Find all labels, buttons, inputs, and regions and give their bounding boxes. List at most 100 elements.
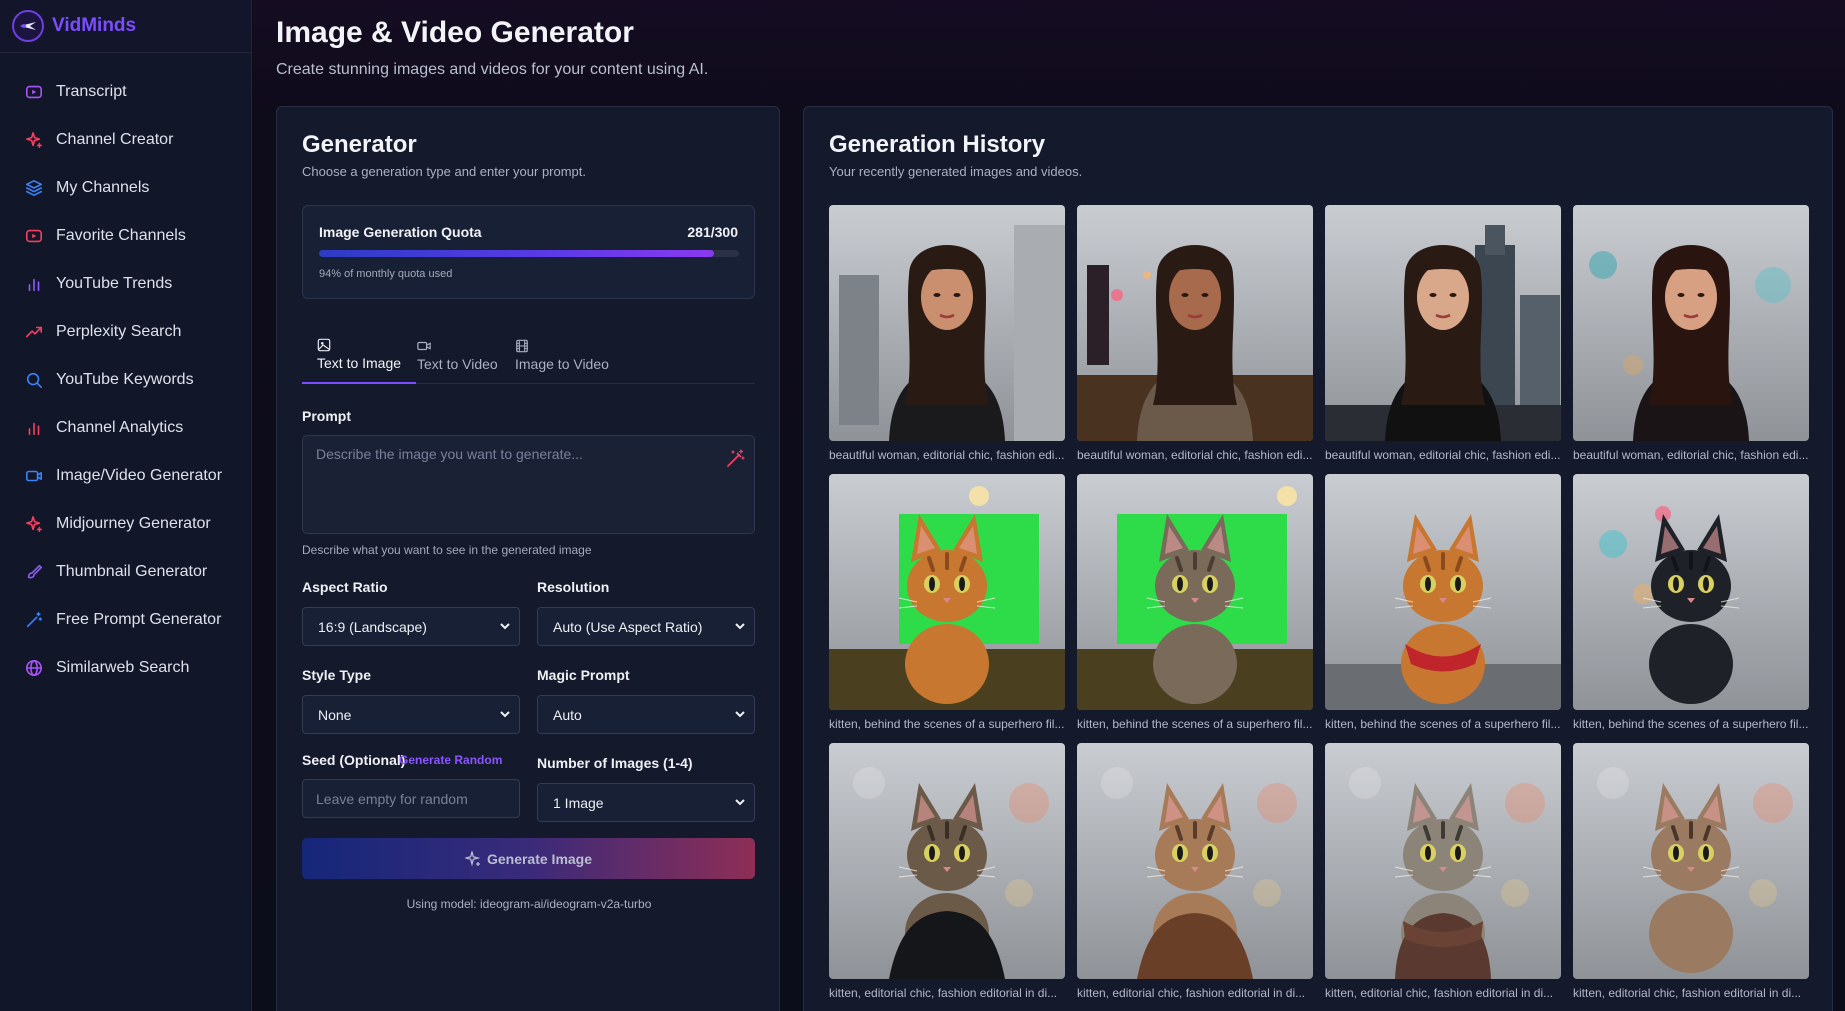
seed-field[interactable] — [302, 779, 520, 818]
style-type-select[interactable]: None — [302, 695, 520, 734]
magic-prompt-label: Magic Prompt — [537, 667, 630, 683]
sparkle-icon — [24, 514, 44, 534]
sidebar-item-favorite-channels[interactable]: Favorite Channels — [0, 212, 251, 260]
sidebar-item-perplexity-search[interactable]: Perplexity Search — [0, 308, 251, 356]
history-item[interactable]: beautiful woman, editorial chic, fashion… — [829, 205, 1065, 463]
globe-icon — [24, 658, 44, 678]
history-item[interactable]: beautiful woman, editorial chic, fashion… — [1077, 205, 1313, 463]
quota-panel: Image Generation Quota 281/300 94% of mo… — [302, 205, 755, 299]
generated-image-thumbnail[interactable] — [1573, 743, 1809, 979]
sidebar-item-youtube-trends[interactable]: YouTube Trends — [0, 260, 251, 308]
history-item-caption: kitten, editorial chic, fashion editoria… — [1325, 986, 1554, 1000]
wand-icon — [24, 610, 44, 630]
sidebar-item-image-video-generator[interactable]: Image/Video Generator — [0, 452, 251, 500]
history-item-caption: kitten, behind the scenes of a superhero… — [1573, 717, 1809, 731]
quota-count: 281/300 — [687, 224, 738, 240]
history-card: Generation History Your recently generat… — [803, 106, 1833, 1011]
aspect-ratio-select[interactable]: 16:9 (Landscape) — [302, 607, 520, 646]
sidebar-item-similarweb-search[interactable]: Similarweb Search — [0, 644, 251, 692]
chevron-down-icon — [500, 711, 510, 718]
sidebar-item-my-channels[interactable]: My Channels — [0, 164, 251, 212]
video-camera-icon — [417, 339, 431, 356]
sidebar-item-label: Channel Creator — [56, 131, 174, 148]
generated-image-thumbnail[interactable] — [1573, 474, 1809, 710]
play-square-icon — [24, 82, 44, 102]
sidebar-item-thumbnail-generator[interactable]: Thumbnail Generator — [0, 548, 251, 596]
history-item[interactable]: kitten, editorial chic, fashion editoria… — [829, 743, 1065, 1001]
resolution-label: Resolution — [537, 579, 610, 595]
history-item[interactable]: kitten, editorial chic, fashion editoria… — [1077, 743, 1313, 1001]
bar-chart-icon — [24, 418, 44, 438]
brand-logo-icon — [12, 10, 44, 42]
magic-wand-icon[interactable] — [724, 448, 746, 470]
sidebar-item-youtube-keywords[interactable]: YouTube Keywords — [0, 356, 251, 404]
generated-image-thumbnail[interactable] — [1077, 205, 1313, 441]
history-item[interactable]: kitten, behind the scenes of a superhero… — [829, 474, 1065, 732]
sidebar-item-channel-analytics[interactable]: Channel Analytics — [0, 404, 251, 452]
sidebar-item-midjourney-generator[interactable]: Midjourney Generator — [0, 500, 251, 548]
generator-card: Generator Choose a generation type and e… — [276, 106, 780, 1011]
history-item[interactable]: kitten, editorial chic, fashion editoria… — [1325, 743, 1561, 1001]
resolution-select[interactable]: Auto (Use Aspect Ratio) — [537, 607, 755, 646]
page-title: Image & Video Generator — [276, 16, 634, 49]
trending-up-icon — [24, 322, 44, 342]
generate-random-link[interactable]: Generate Random — [399, 753, 502, 767]
history-item[interactable]: kitten, behind the scenes of a superhero… — [1325, 474, 1561, 732]
film-icon — [515, 339, 529, 356]
generated-image-thumbnail[interactable] — [829, 743, 1065, 979]
generated-image-thumbnail[interactable] — [829, 474, 1065, 710]
sidebar-item-channel-creator[interactable]: Channel Creator — [0, 116, 251, 164]
history-item-caption: kitten, behind the scenes of a superhero… — [1325, 717, 1561, 731]
aspect-ratio-label: Aspect Ratio — [302, 579, 388, 595]
num-images-label: Number of Images (1-4) — [537, 755, 693, 771]
generated-image-thumbnail[interactable] — [1077, 474, 1313, 710]
history-item-caption: kitten, editorial chic, fashion editoria… — [829, 986, 1058, 1000]
bar-chart-icon — [24, 274, 44, 294]
tab-image-to-video[interactable]: Image to Video — [500, 327, 624, 384]
resolution-value: Auto (Use Aspect Ratio) — [553, 618, 703, 635]
quota-label: Image Generation Quota — [319, 224, 482, 240]
generated-image-thumbnail[interactable] — [1325, 743, 1561, 979]
brand[interactable]: VidMinds — [0, 0, 251, 53]
tab-text-to-video[interactable]: Text to Video — [402, 327, 513, 384]
history-item[interactable]: beautiful woman, editorial chic, fashion… — [1325, 205, 1561, 463]
generator-title: Generator — [302, 131, 417, 158]
sidebar-item-transcript[interactable]: Transcript — [0, 68, 251, 116]
generated-image-thumbnail[interactable] — [1325, 474, 1561, 710]
history-item[interactable]: kitten, behind the scenes of a superhero… — [1573, 474, 1809, 732]
page-subtitle: Create stunning images and videos for yo… — [276, 61, 709, 78]
tab-label: Image to Video — [515, 356, 609, 372]
history-item[interactable]: beautiful woman, editorial chic, fashion… — [1573, 205, 1809, 463]
magic-prompt-select[interactable]: Auto — [537, 695, 755, 734]
brand-name: VidMinds — [52, 15, 137, 36]
history-item-caption: beautiful woman, editorial chic, fashion… — [1077, 448, 1313, 462]
sidebar-item-label: YouTube Keywords — [56, 371, 194, 388]
history-item-caption: beautiful woman, editorial chic, fashion… — [829, 448, 1065, 462]
model-note: Using model: ideogram-ai/ideogram-v2a-tu… — [406, 897, 652, 911]
generate-image-button[interactable]: Generate Image — [302, 838, 755, 879]
quota-progress-fill — [319, 250, 714, 257]
main-content: Image & Video Generator Create stunning … — [253, 0, 1845, 1011]
sidebar-item-free-prompt-generator[interactable]: Free Prompt Generator — [0, 596, 251, 644]
generated-image-thumbnail[interactable] — [829, 205, 1065, 441]
num-images-select[interactable]: 1 Image — [537, 783, 755, 822]
history-item[interactable]: kitten, behind the scenes of a superhero… — [1077, 474, 1313, 732]
prompt-textarea[interactable] — [303, 436, 754, 533]
prompt-field[interactable] — [302, 435, 755, 534]
sidebar-item-label: Perplexity Search — [56, 323, 182, 340]
prompt-helper-text: Describe what you want to see in the gen… — [302, 543, 592, 557]
tab-text-to-image[interactable]: Text to Image — [302, 327, 417, 384]
play-square-icon — [24, 226, 44, 246]
history-item[interactable]: kitten, editorial chic, fashion editoria… — [1573, 743, 1809, 1001]
seed-input[interactable] — [303, 780, 519, 817]
generate-button-label: Generate Image — [486, 850, 593, 867]
chevron-down-icon — [735, 799, 745, 806]
sidebar-item-label: YouTube Trends — [56, 275, 173, 292]
history-item-caption: beautiful woman, editorial chic, fashion… — [1573, 448, 1809, 462]
history-item-caption: kitten, editorial chic, fashion editoria… — [1077, 986, 1306, 1000]
generated-image-thumbnail[interactable] — [1325, 205, 1561, 441]
generated-image-thumbnail[interactable] — [1077, 743, 1313, 979]
aspect-ratio-value: 16:9 (Landscape) — [318, 618, 427, 635]
generated-image-thumbnail[interactable] — [1573, 205, 1809, 441]
sidebar-item-label: Image/Video Generator — [56, 467, 223, 484]
